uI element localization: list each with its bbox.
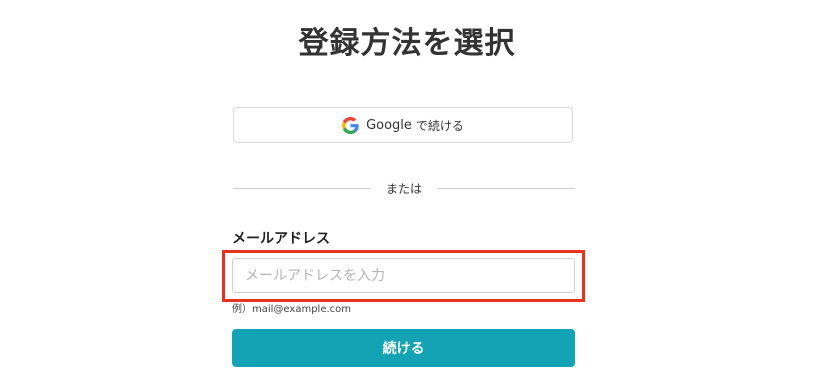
- email-label: メールアドレス: [232, 231, 330, 247]
- google-button-label: Google: [366, 117, 412, 133]
- google-g-icon: [342, 116, 359, 134]
- or-divider: または: [233, 178, 576, 198]
- email-input[interactable]: [232, 258, 575, 293]
- divider-line-right: [438, 187, 576, 189]
- divider-line-left: [233, 187, 370, 189]
- divider-text: または: [386, 181, 423, 196]
- email-hint: 例）mail@example.com: [232, 304, 352, 315]
- continue-button[interactable]: 続ける: [232, 329, 575, 367]
- google-button-suffix: で続ける: [415, 118, 464, 133]
- page-title: 登録方法を選択: [298, 26, 516, 61]
- google-continue-button[interactable]: Google で続ける: [233, 107, 573, 143]
